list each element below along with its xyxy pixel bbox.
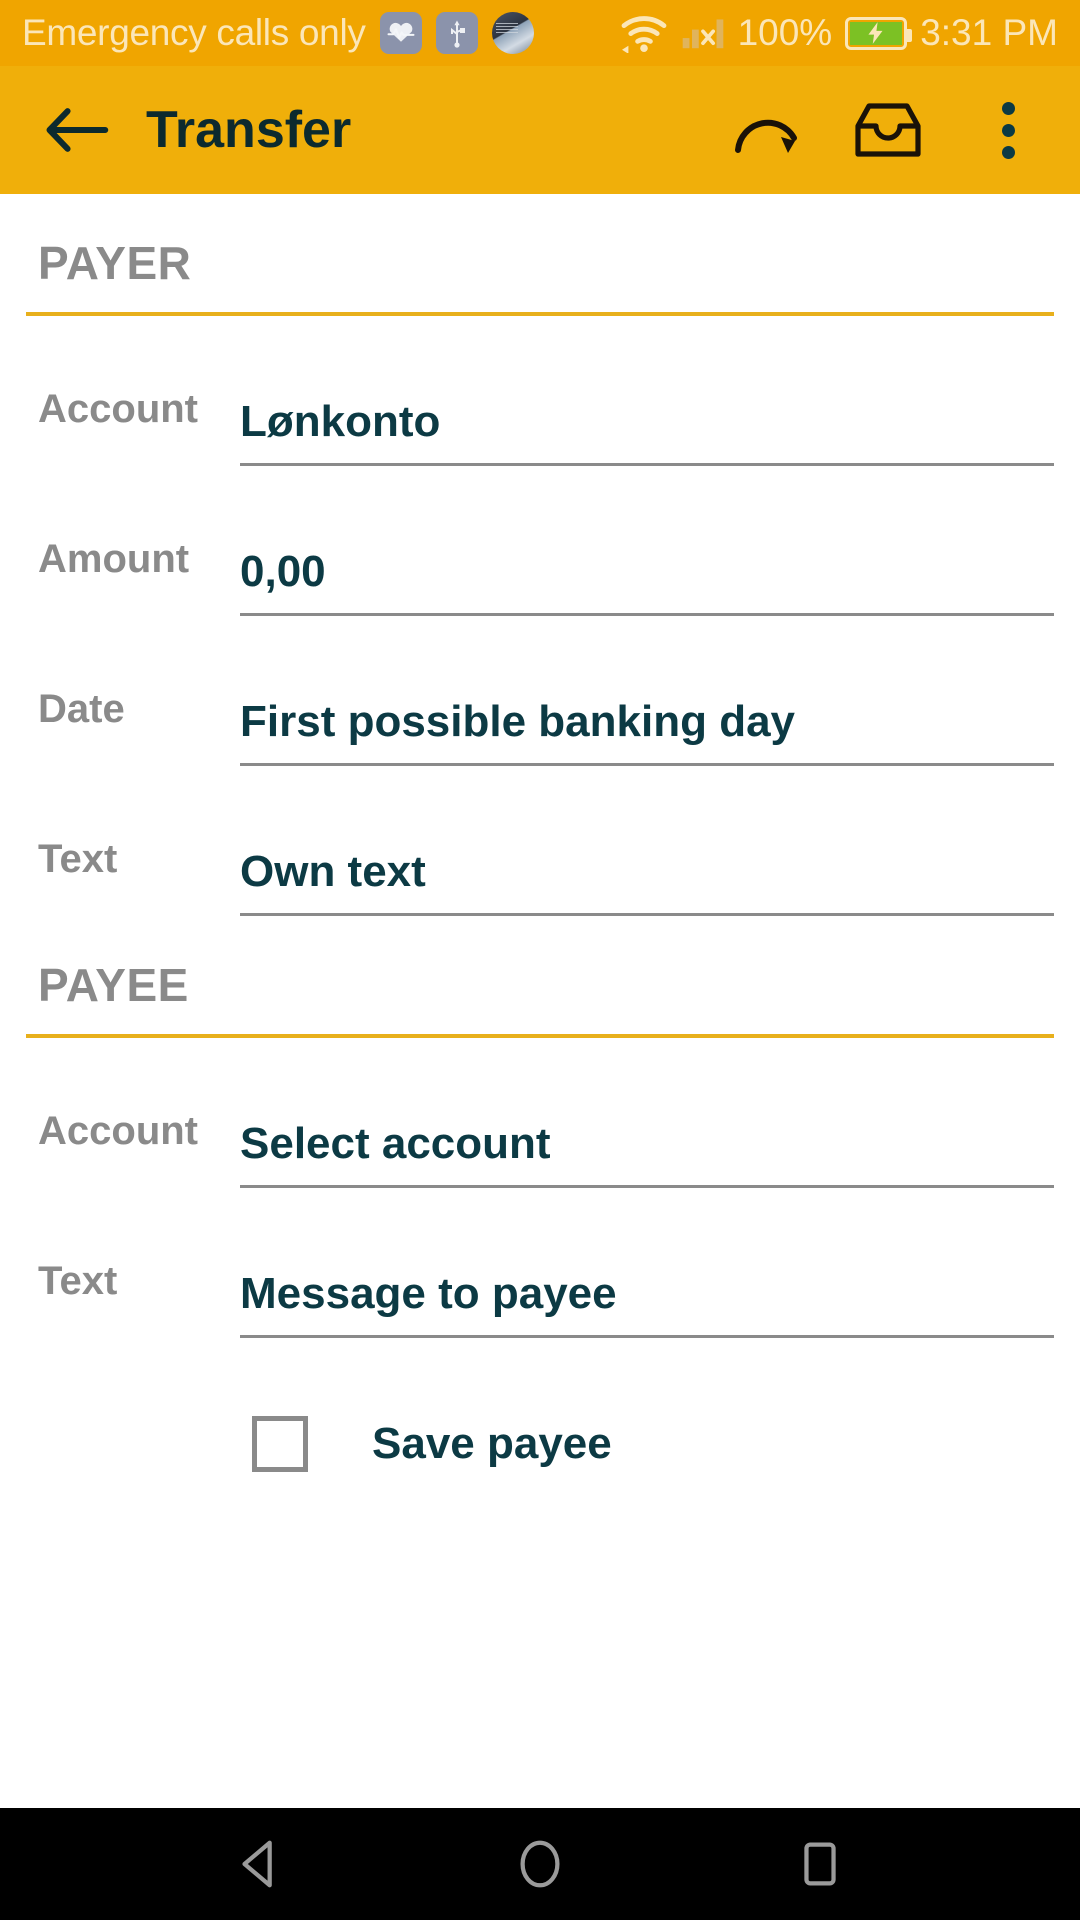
usb-icon — [435, 12, 478, 54]
nav-recents-icon[interactable] — [760, 1808, 880, 1920]
field-payer-date[interactable]: Date First possible banking day — [26, 616, 1054, 766]
field-payer-account[interactable]: Account Lønkonto — [26, 316, 1054, 466]
inbox-tray-icon[interactable] — [850, 92, 926, 168]
field-payee-text[interactable]: Text Message to payee — [26, 1188, 1054, 1338]
app-bar: Transfer — [0, 66, 1080, 194]
field-value: 0,00 — [240, 547, 326, 596]
field-value: First possible banking day — [240, 697, 796, 746]
field-input-box[interactable]: Lønkonto — [240, 397, 1054, 466]
section-header-payee: PAYEE — [26, 916, 1054, 1024]
field-input-box[interactable]: Select account — [240, 1119, 1054, 1188]
field-input-box[interactable]: Own text — [240, 847, 1054, 916]
phone-screen: Emergency calls only 100% 3:31 PM Transf… — [0, 0, 1080, 1920]
field-label: Account — [38, 387, 198, 431]
save-payee-row[interactable]: Save payee — [26, 1338, 1054, 1472]
nav-back-icon[interactable] — [200, 1808, 320, 1920]
field-payer-amount[interactable]: Amount 0,00 — [26, 466, 1054, 616]
field-input-box[interactable]: Message to payee — [240, 1269, 1054, 1338]
page-title: Transfer — [146, 101, 352, 159]
android-navigation-bar — [0, 1808, 1080, 1920]
field-payee-account[interactable]: Account Select account — [26, 1038, 1054, 1188]
field-label: Amount — [38, 537, 190, 581]
overflow-menu-icon[interactable] — [970, 92, 1046, 168]
field-label: Text — [38, 837, 118, 881]
field-value: Select account — [240, 1119, 551, 1168]
status-bar-left: Emergency calls only — [22, 12, 620, 54]
app-bar-actions — [730, 92, 1046, 168]
carrier-label: Emergency calls only — [22, 12, 366, 53]
field-input-box[interactable]: First possible banking day — [240, 697, 1054, 766]
heart-rate-icon — [379, 12, 422, 54]
nav-home-icon[interactable] — [480, 1808, 600, 1920]
field-value: Message to payee — [240, 1269, 617, 1318]
field-label: Date — [38, 687, 125, 731]
repeat-transfer-icon[interactable] — [730, 92, 806, 168]
status-bar-right: 100% 3:31 PM — [620, 12, 1058, 54]
field-value: Lønkonto — [240, 397, 441, 446]
save-payee-checkbox[interactable] — [252, 1416, 308, 1472]
signal-no-sim-icon — [681, 13, 725, 53]
save-payee-label: Save payee — [372, 1419, 612, 1468]
transfer-form: PAYER Account Lønkonto Amount 0,00 Date … — [0, 194, 1080, 1808]
section-header-payer: PAYER — [26, 194, 1054, 302]
field-value: Own text — [240, 847, 426, 896]
arrow-left-icon[interactable] — [34, 87, 120, 173]
section-title-payee: PAYEE — [38, 959, 189, 1011]
field-input-box[interactable]: 0,00 — [240, 547, 1054, 616]
clock-label: 3:31 PM — [920, 12, 1058, 53]
wifi-icon — [620, 13, 668, 53]
field-label: Text — [38, 1259, 118, 1303]
battery-icon — [845, 16, 913, 50]
section-title-payer: PAYER — [38, 237, 192, 289]
battery-percent-label: 100% — [737, 12, 833, 53]
status-bar: Emergency calls only 100% 3:31 PM — [0, 0, 1080, 66]
photo-notification-icon — [491, 12, 534, 54]
field-payer-text[interactable]: Text Own text — [26, 766, 1054, 916]
field-label: Account — [38, 1109, 198, 1153]
